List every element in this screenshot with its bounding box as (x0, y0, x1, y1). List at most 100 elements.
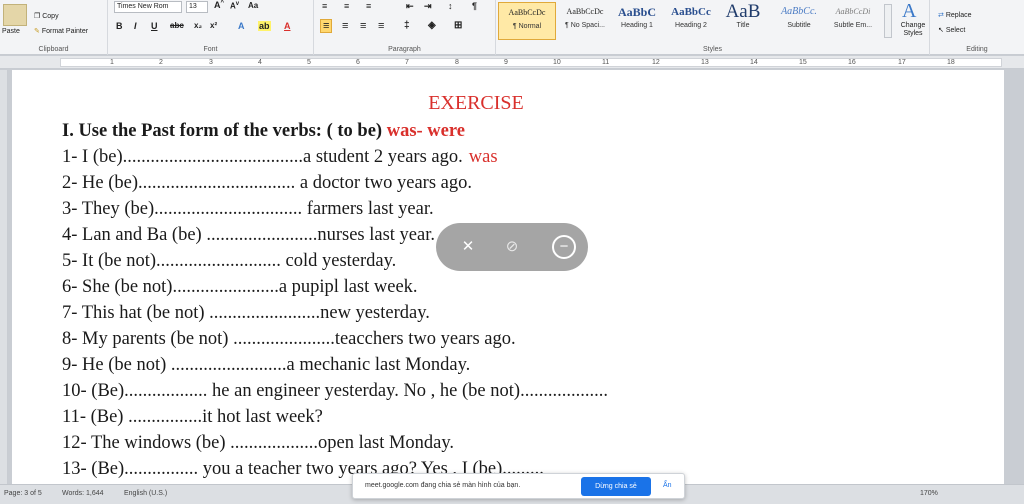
styles-scroll[interactable] (884, 4, 892, 38)
share-message: meet.google.com đang chia sẻ màn hình củ… (365, 482, 521, 489)
ruler-number: 9 (504, 59, 508, 66)
exercise-line: 1- I (be)...............................… (62, 147, 498, 167)
style-subtle-emphasis[interactable]: AaBbCcDi Subtle Em... (824, 2, 882, 40)
style-subtitle[interactable]: AaBbCc. Subtitle (770, 2, 828, 40)
style-heading-2[interactable]: AaBbCc Heading 2 (662, 2, 720, 40)
font-group: Times New Rom 13 A^ Av Aa B I U abc x₂ x… (108, 0, 314, 55)
highlight-icon[interactable]: ab (258, 21, 271, 31)
font-name-select[interactable]: Times New Rom (114, 1, 182, 13)
exercise-line: 7- This hat (be not) ...................… (62, 303, 430, 323)
exercise-line: 2- He (be)..............................… (62, 173, 472, 193)
change-styles-button[interactable]: Change Styles (898, 22, 928, 38)
styles-group: AaBbCcDc ¶ Normal AaBbCcDc ¶ No Spaci...… (496, 0, 930, 55)
page-count[interactable]: Page: 3 of 5 (4, 490, 42, 497)
multilevel-list-icon[interactable]: ≡ (366, 1, 371, 11)
change-styles-icon: A (902, 0, 917, 22)
format-painter-icon: ✎ (34, 28, 42, 35)
style-normal[interactable]: AaBbCcDc ¶ Normal (498, 2, 556, 40)
ruler-number: 13 (701, 59, 709, 66)
replace-icon: ⇄ (938, 12, 946, 19)
exercise-line: 11- (Be) ................it hot last wee… (62, 407, 323, 427)
paste-icon[interactable] (3, 4, 27, 26)
bold-icon[interactable]: B (116, 21, 123, 31)
answer-text: was (468, 147, 498, 167)
ribbon: Paste ❐ Copy ✎ Format Painter Clipboard … (0, 0, 1024, 55)
ruler-number: 2 (159, 59, 163, 66)
ruler-number: 12 (652, 59, 660, 66)
exercise-line: 8- My parents (be not) .................… (62, 329, 516, 349)
change-case-icon[interactable]: Aa (248, 1, 258, 10)
select-button[interactable]: ↖ Select (938, 26, 965, 34)
minimize-icon[interactable]: − (552, 235, 576, 259)
editing-group: ⇄ Replace ↖ Select Editing (930, 0, 1024, 55)
styles-label: Styles (702, 46, 723, 53)
align-right-icon[interactable]: ≡ (360, 20, 366, 32)
bullets-icon[interactable]: ≡ (322, 1, 327, 11)
language-indicator[interactable]: English (U.S.) (124, 490, 167, 497)
grow-font-icon[interactable]: A^ (214, 0, 224, 10)
shading-icon[interactable]: ◈ (428, 20, 436, 31)
ruler-number: 1 (110, 59, 114, 66)
exercise-line: 10- (Be).................. he an enginee… (62, 381, 608, 401)
align-left-icon[interactable]: ≡ (320, 19, 333, 33)
ruler-number: 4 (258, 59, 262, 66)
meet-floating-controls[interactable]: ✕ ⊘ − (436, 223, 588, 271)
word-count[interactable]: Words: 1,644 (62, 490, 104, 497)
align-center-icon[interactable]: ≡ (342, 20, 348, 32)
camera-off-icon[interactable]: ⊘ (500, 235, 524, 259)
font-color-icon[interactable]: A (284, 21, 291, 31)
copy-button[interactable]: ❐ Copy (34, 12, 59, 20)
exercise-heading: I. Use the Past form of the verbs: ( to … (62, 121, 465, 141)
screen-share-banner: meet.google.com đang chia sẻ màn hình củ… (352, 473, 685, 499)
ruler[interactable]: 1 2 3 4 5 6 7 8 9 10 11 12 13 14 15 16 17 18 (0, 56, 1024, 69)
numbering-icon[interactable]: ≡ (344, 1, 349, 11)
replace-button[interactable]: ⇄ Replace (938, 11, 972, 19)
ruler-number: 6 (356, 59, 360, 66)
document-page[interactable]: EXERCISE I. Use the Past form of the ver… (12, 70, 1004, 484)
font-size-select[interactable]: 13 (186, 1, 208, 13)
ruler-number: 15 (799, 59, 807, 66)
sort-icon[interactable]: ↕ (448, 1, 453, 11)
select-icon: ↖ (938, 27, 946, 34)
exercise-line: 5- It (be not)..........................… (62, 251, 397, 271)
superscript-icon[interactable]: x² (210, 21, 217, 30)
style-title[interactable]: AaB Title (714, 2, 772, 40)
style-heading-1[interactable]: AaBbC Heading 1 (608, 2, 666, 40)
line-spacing-icon[interactable]: ‡ (404, 20, 410, 31)
paste-button[interactable]: Paste (2, 28, 20, 35)
italic-icon[interactable]: I (134, 21, 137, 31)
style-no-spacing[interactable]: AaBbCcDc ¶ No Spaci... (556, 2, 614, 40)
paragraph-group: ≡ ≡ ≡ ⇤ ⇥ ↕ ¶ ≡ ≡ ≡ ≡ ‡ ◈ ⊞ Paragraph (314, 0, 496, 55)
exercise-line: 6- She (be not).......................a … (62, 277, 418, 297)
exercise-line: 12- The windows (be) ...................… (62, 433, 455, 453)
strikethrough-icon[interactable]: abc (170, 21, 184, 30)
document-title: EXERCISE (428, 92, 524, 114)
paragraph-label: Paragraph (388, 46, 421, 53)
subscript-icon[interactable]: x₂ (194, 21, 202, 30)
justify-icon[interactable]: ≡ (378, 20, 384, 32)
ruler-track: 1 2 3 4 5 6 7 8 9 10 11 12 13 14 15 16 17 18 (60, 58, 1002, 67)
ruler-number: 5 (307, 59, 311, 66)
stop-sharing-button[interactable]: Dừng chia sẻ (581, 477, 651, 496)
format-painter-button[interactable]: ✎ Format Painter (34, 27, 88, 35)
underline-icon[interactable]: U (151, 21, 158, 31)
hide-banner-link[interactable]: Ẩn (663, 482, 672, 489)
text-effects-icon[interactable]: A (238, 21, 245, 31)
ruler-number: 11 (602, 59, 610, 66)
show-marks-icon[interactable]: ¶ (472, 1, 477, 11)
mute-mic-icon[interactable]: ✕ (456, 235, 480, 259)
clipboard-group: Paste ❐ Copy ✎ Format Painter Clipboard (0, 0, 108, 55)
decrease-indent-icon[interactable]: ⇤ (406, 1, 414, 12)
ruler-number: 8 (455, 59, 459, 66)
borders-icon[interactable]: ⊞ (454, 20, 462, 31)
exercise-line: 3- They (be)............................… (62, 199, 434, 219)
ruler-number: 10 (553, 59, 561, 66)
increase-indent-icon[interactable]: ⇥ (424, 1, 432, 12)
vertical-ruler (0, 70, 8, 484)
zoom-level[interactable]: 170% (920, 490, 938, 497)
clipboard-label: Clipboard (38, 46, 69, 53)
shrink-font-icon[interactable]: Av (230, 1, 239, 11)
ruler-number: 18 (947, 59, 955, 66)
ruler-number: 3 (209, 59, 213, 66)
copy-icon: ❐ (34, 13, 43, 20)
